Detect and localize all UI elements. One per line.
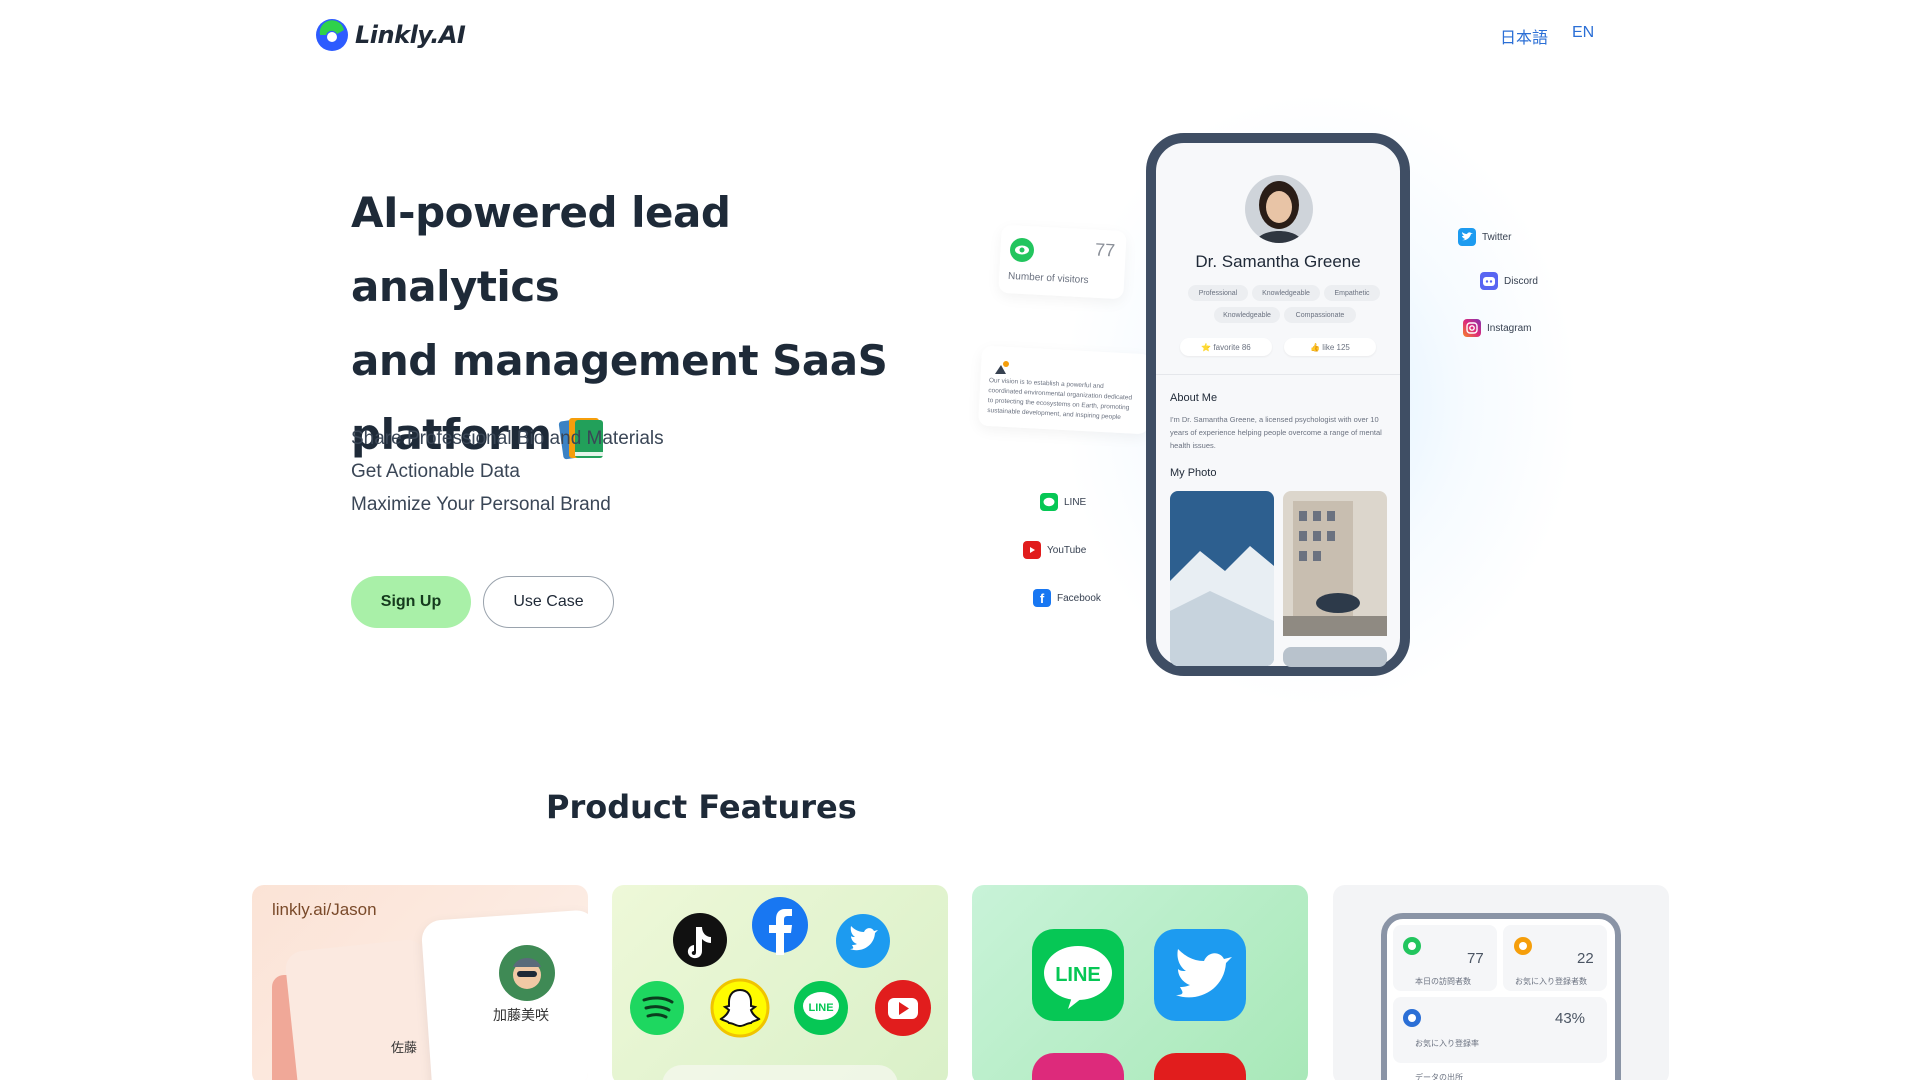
like-count[interactable]: 👍 like 125 [1284,338,1376,356]
feature-card-analytics[interactable] [1333,885,1669,1080]
mini-favorites-label: お気に入り登録者数 [1515,977,1587,986]
favorite-count[interactable]: ⭐ favorite 86 [1180,338,1272,356]
phone-bottom-bar [1283,647,1387,667]
profile-tag: Knowledgeable [1252,285,1320,301]
social-icons-cluster: LINE [630,897,931,1080]
about-text: I'm Dr. Samantha Greene, a licensed psyc… [1170,415,1382,450]
twitter-round-icon [836,914,890,968]
social-discord-label: Discord [1504,275,1538,287]
about-heading: About Me [1170,392,1218,404]
hero-title-line-2: and management SaaS [351,336,888,385]
hero-subtitle-2: Get Actionable Data [351,461,520,482]
profile-avatar [1245,175,1313,243]
eye-icon [1010,238,1034,262]
profile-tag: Knowledgeable [1214,307,1280,323]
logo-mark-icon [316,19,348,51]
social-line-label: LINE [1064,496,1087,508]
snapchat-icon [710,978,770,1038]
use-case-button[interactable]: Use Case [483,576,614,628]
sign-up-button[interactable]: Sign Up [351,576,471,628]
social-facebook-label: Facebook [1057,592,1101,604]
mini-rate-icon [1403,1009,1421,1027]
lang-english-link[interactable]: EN [1572,24,1594,42]
discord-icon [1480,272,1498,290]
visitors-card [998,224,1127,300]
social-discord-chip[interactable]: Discord [1480,272,1538,290]
mini-visitors-value: 77 [1467,950,1484,967]
social-line-chip[interactable]: LINE [1040,493,1086,511]
features-title: Product Features [546,788,857,826]
landscape-icon [995,361,1009,374]
profile-jp-name: 加藤美咲 [493,1007,549,1023]
lang-japanese-link[interactable]: 日本語 [1500,24,1548,48]
profile-url: linkly.ai/Jason [272,900,377,919]
card-mid-shape [284,938,440,1080]
mini-eye-icon [1403,937,1421,955]
feature-card-apps[interactable]: LINE [972,885,1308,1080]
line-icon [1040,493,1058,511]
social-youtube-chip[interactable]: YouTube [1023,541,1086,559]
instagram-icon [1463,319,1481,337]
photo-building [1283,491,1387,666]
twitter-app-icon [1154,929,1246,1021]
svg-text:LINE: LINE [1055,964,1101,986]
mini-source-label: データの出所 [1415,1073,1463,1080]
mini-star-icon [1514,937,1532,955]
profile-tag: Empathetic [1324,285,1380,301]
mini-stat-card [1393,997,1607,1063]
social-facebook-chip[interactable]: f Facebook [1033,589,1101,607]
brand-name: Linkly.AI [355,21,466,49]
social-twitter-chip[interactable]: Twitter [1458,228,1511,246]
hero-subtitle-3: Maximize Your Personal Brand [351,494,611,515]
line-app-icon: LINE [1032,929,1124,1021]
social-youtube-label: YouTube [1047,544,1087,556]
facebook-round-icon [752,897,808,955]
tiktok-icon [673,913,727,967]
photo-mountain [1170,491,1274,666]
photo-heading: My Photo [1170,467,1217,479]
youtube-icon [1023,541,1041,559]
profile-jp-name-2: 佐藤 [391,1040,418,1055]
mini-rate-value: 43% [1555,1010,1586,1027]
social-twitter-label: Twitter [1482,231,1512,243]
profile-divider [1156,374,1400,375]
social-instagram-label: Instagram [1487,322,1532,334]
svg-text:LINE: LINE [808,1002,833,1014]
line-round-icon: LINE [794,981,848,1035]
social-instagram-chip[interactable]: Instagram [1463,319,1531,337]
mini-favorites-value: 22 [1577,950,1594,967]
spotify-icon [630,981,684,1035]
app-icons-grid: LINE [1032,929,1246,1080]
profile-avatar-icon [499,945,555,1001]
brand-logo[interactable]: Linkly.AI [315,18,466,52]
youtube-round-icon [875,980,931,1036]
profile-name: Dr. Samantha Greene [1195,252,1361,271]
feature-card-social[interactable]: LINE [612,885,948,1080]
hero-title-line-1: AI-powered lead analytics [351,188,731,311]
mini-rate-label: お気に入り登録率 [1415,1039,1479,1048]
mini-visitors-label: 本日の訪問者数 [1415,977,1471,986]
vision-text: Our vision is to establish a powerful an… [987,377,1133,422]
twitter-icon [1458,228,1476,246]
profile-tag: Professional [1188,285,1248,301]
facebook-icon: f [1033,589,1051,607]
hero-subtitle-1: Share Professional Bio and Materials [351,428,664,449]
visitors-count: 77 [1094,239,1116,261]
profile-tag: Compassionate [1284,307,1356,323]
